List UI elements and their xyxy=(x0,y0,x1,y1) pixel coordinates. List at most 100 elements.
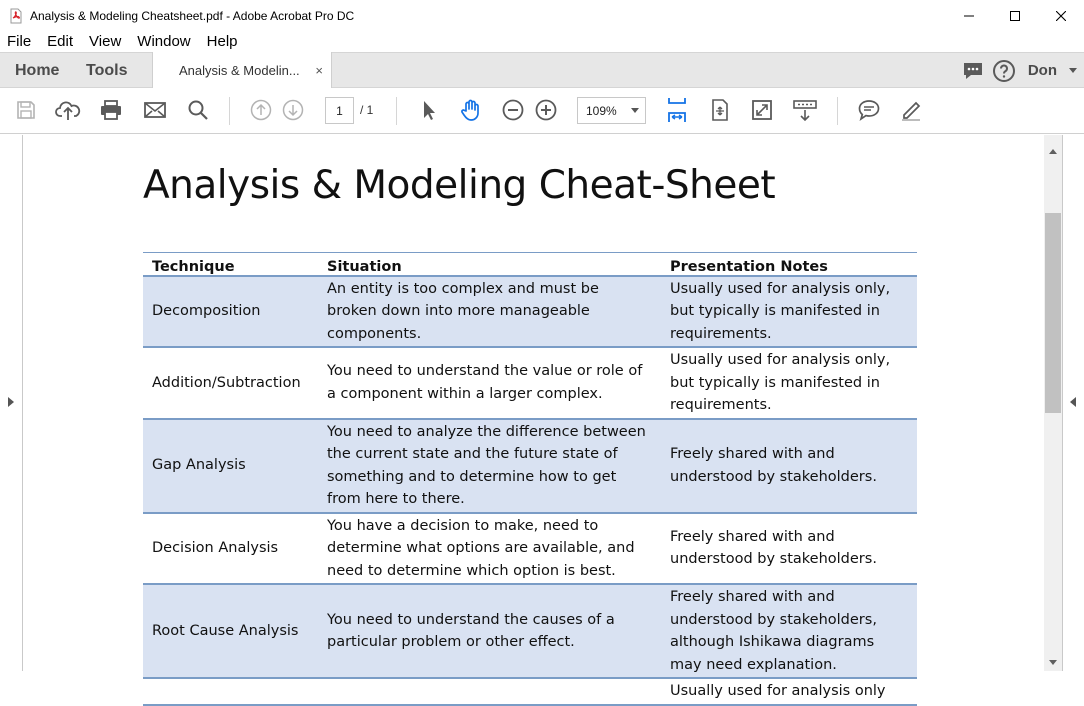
page-number-input[interactable]: 1 xyxy=(325,97,354,124)
save-icon xyxy=(17,101,35,119)
full-screen-button[interactable] xyxy=(748,96,776,124)
tab-bar: Home Tools Analysis & Modelin... × Don xyxy=(0,52,1084,89)
zoom-out-button[interactable] xyxy=(499,96,527,124)
chevron-down-icon[interactable] xyxy=(1069,67,1077,74)
save-button[interactable] xyxy=(12,96,40,124)
print-button[interactable] xyxy=(97,96,125,124)
close-tab-button[interactable]: × xyxy=(315,63,323,78)
cheat-sheet-table: Technique Situation Presentation Notes D… xyxy=(143,252,917,706)
menu-bar: File Edit View Window Help xyxy=(0,31,1084,52)
table-row: Gap Analysis You need to analyze the dif… xyxy=(143,418,917,514)
comment-bubble-icon[interactable] xyxy=(962,60,984,82)
zoom-in-icon xyxy=(535,99,557,121)
toolbar-separator xyxy=(837,97,838,125)
print-icon xyxy=(101,100,121,120)
table-row: Usually used for analysis only xyxy=(143,678,917,706)
situation-cell: You have a decision to make, need to det… xyxy=(318,512,661,585)
menu-view[interactable]: View xyxy=(81,33,129,50)
comment-icon xyxy=(858,100,880,122)
table-row: Addition/Subtraction You need to underst… xyxy=(143,347,917,420)
zoom-in-button[interactable] xyxy=(532,96,560,124)
select-pointer-icon xyxy=(424,101,435,120)
toolbar-separator xyxy=(396,97,397,125)
upload-button[interactable] xyxy=(54,96,82,124)
notes-cell: Freely shared with and understood by sta… xyxy=(661,418,917,514)
technique-cell xyxy=(143,678,318,706)
maximize-icon xyxy=(1010,10,1020,21)
tab-home[interactable]: Home xyxy=(15,53,59,88)
notes-cell: Usually used for analysis only xyxy=(661,678,917,706)
document-title: Analysis & Modeling Cheat-Sheet xyxy=(143,163,776,208)
maximize-button[interactable] xyxy=(992,0,1038,31)
hand-tool-icon xyxy=(461,99,479,121)
situation-cell: You need to understand the causes of a p… xyxy=(318,584,661,679)
expand-right-pane-icon[interactable] xyxy=(1070,397,1076,407)
email-button[interactable] xyxy=(141,96,169,124)
technique-cell: Decision Analysis xyxy=(143,512,318,585)
menu-help[interactable]: Help xyxy=(199,33,246,50)
header-situation: Situation xyxy=(318,252,661,277)
vertical-scrollbar[interactable] xyxy=(1044,135,1062,671)
notes-cell: Freely shared with and understood by sta… xyxy=(661,512,917,585)
zoom-select[interactable]: 109% xyxy=(577,97,646,124)
technique-cell: Gap Analysis xyxy=(143,418,318,514)
page-total: / 1 xyxy=(360,103,374,117)
header-technique: Technique xyxy=(143,252,318,277)
tab-document[interactable]: Analysis & Modelin... × xyxy=(152,52,332,89)
read-mode-icon xyxy=(793,100,817,122)
technique-cell: Decomposition xyxy=(143,275,318,348)
menu-file[interactable]: File xyxy=(0,33,39,50)
page-down-icon xyxy=(282,99,304,121)
hand-tool-button[interactable] xyxy=(457,96,485,124)
toolbar-separator xyxy=(229,97,230,125)
search-icon xyxy=(188,100,208,120)
situation-cell: You need to analyze the difference betwe… xyxy=(318,418,661,514)
left-pane xyxy=(0,135,23,671)
read-mode-button[interactable] xyxy=(791,96,819,124)
previous-page-button[interactable] xyxy=(247,96,275,124)
minimize-icon xyxy=(964,15,974,16)
toolbar xyxy=(0,88,1084,134)
rotate-button[interactable] xyxy=(706,96,734,124)
full-screen-icon xyxy=(752,100,772,120)
menu-window[interactable]: Window xyxy=(129,33,198,50)
select-tool-button[interactable] xyxy=(414,96,442,124)
notes-cell: Freely shared with and understood by sta… xyxy=(661,584,917,679)
comment-button[interactable] xyxy=(855,96,883,124)
scroll-down-icon[interactable] xyxy=(1049,660,1057,665)
scroll-up-icon[interactable] xyxy=(1049,149,1057,154)
minimize-button[interactable] xyxy=(946,0,992,31)
right-pane xyxy=(1062,135,1084,671)
table-header-row: Technique Situation Presentation Notes xyxy=(143,252,917,277)
next-page-button[interactable] xyxy=(279,96,307,124)
menu-edit[interactable]: Edit xyxy=(39,33,81,50)
close-icon xyxy=(1056,10,1066,21)
zoom-out-icon xyxy=(502,99,524,121)
window-title: Analysis & Modeling Cheatsheet.pdf - Ado… xyxy=(30,8,355,23)
document-area: Analysis & Modeling Cheat-Sheet Techniqu… xyxy=(0,135,1084,706)
notes-cell: Usually used for analysis only, but typi… xyxy=(661,275,917,348)
sign-button[interactable] xyxy=(897,96,925,124)
zoom-value: 109% xyxy=(586,103,617,118)
pdf-file-icon xyxy=(10,8,22,23)
page-up-icon xyxy=(250,99,272,121)
scrollbar-thumb[interactable] xyxy=(1045,213,1061,413)
user-name[interactable]: Don xyxy=(1028,62,1057,79)
tab-tools[interactable]: Tools xyxy=(86,53,127,88)
technique-cell: Addition/Subtraction xyxy=(143,347,318,420)
pdf-page: Analysis & Modeling Cheat-Sheet Techniqu… xyxy=(24,135,1044,706)
notes-cell: Usually used for analysis only, but typi… xyxy=(661,347,917,420)
email-icon xyxy=(144,102,166,118)
document-tab-label: Analysis & Modelin... xyxy=(179,63,300,78)
search-button[interactable] xyxy=(184,96,212,124)
technique-cell: Root Cause Analysis xyxy=(143,584,318,679)
expand-left-pane-icon[interactable] xyxy=(8,397,14,407)
upload-cloud-icon xyxy=(55,101,81,120)
close-window-button[interactable] xyxy=(1038,0,1084,31)
zoom-dropdown-icon[interactable] xyxy=(631,108,639,113)
help-icon[interactable] xyxy=(992,59,1016,83)
table-row: Root Cause Analysis You need to understa… xyxy=(143,584,917,679)
situation-cell: You need to understand the value or role… xyxy=(318,347,661,420)
fit-width-button[interactable] xyxy=(663,96,691,124)
sign-icon xyxy=(902,101,921,121)
